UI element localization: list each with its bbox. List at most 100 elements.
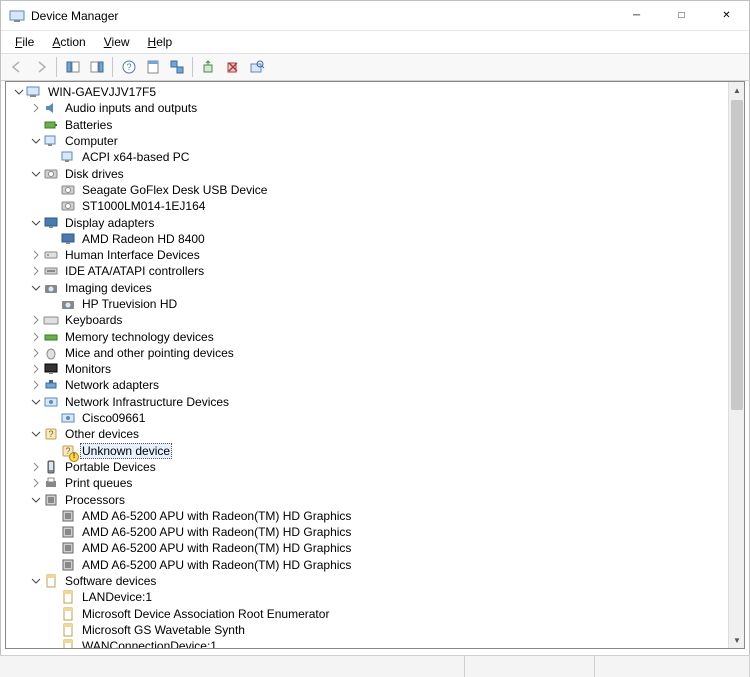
tree-item-label[interactable]: Audio inputs and outputs: [63, 100, 199, 116]
tree-row[interactable]: AMD A6-5200 APU with Radeon(TM) HD Graph…: [6, 540, 728, 556]
tree-row[interactable]: Display adapters: [6, 214, 728, 230]
tree-item-label[interactable]: Microsoft Device Association Root Enumer…: [80, 606, 331, 622]
tree-row[interactable]: Network Infrastructure Devices: [6, 394, 728, 410]
tree-row[interactable]: Network adapters: [6, 377, 728, 393]
tree-item-label[interactable]: Memory technology devices: [63, 329, 216, 345]
tree-item-label[interactable]: Computer: [63, 133, 120, 149]
toolbar-uninstall[interactable]: [221, 56, 244, 78]
chevron-down-icon[interactable]: [29, 167, 43, 181]
tree-row[interactable]: ACPI x64-based PC: [6, 149, 728, 165]
tree-row[interactable]: Audio inputs and outputs: [6, 100, 728, 116]
tree-row[interactable]: AMD A6-5200 APU with Radeon(TM) HD Graph…: [6, 524, 728, 540]
tree-row[interactable]: HP Truevision HD: [6, 296, 728, 312]
chevron-down-icon[interactable]: [12, 85, 26, 99]
toolbar-show-tree[interactable]: [61, 56, 84, 78]
toolbar-forward[interactable]: [29, 56, 52, 78]
tree-row[interactable]: Microsoft Device Association Root Enumer…: [6, 606, 728, 622]
tree-row[interactable]: Processors: [6, 491, 728, 507]
chevron-down-icon[interactable]: [29, 427, 43, 441]
chevron-right-icon[interactable]: [29, 330, 43, 344]
tree-item-label[interactable]: Network Infrastructure Devices: [63, 394, 231, 410]
tree-row[interactable]: Keyboards: [6, 312, 728, 328]
tree-item-label[interactable]: WANConnectionDevice:1: [80, 638, 219, 648]
tree-row[interactable]: Human Interface Devices: [6, 247, 728, 263]
toolbar-extra[interactable]: [165, 56, 188, 78]
tree-item-label[interactable]: AMD A6-5200 APU with Radeon(TM) HD Graph…: [80, 524, 353, 540]
tree-item-label[interactable]: IDE ATA/ATAPI controllers: [63, 263, 206, 279]
menu-action[interactable]: Action: [44, 33, 93, 51]
chevron-down-icon[interactable]: [29, 493, 43, 507]
tree-item-label[interactable]: WIN-GAEVJJV17F5: [46, 84, 158, 100]
tree-item-label[interactable]: Mice and other pointing devices: [63, 345, 236, 361]
chevron-right-icon[interactable]: [29, 264, 43, 278]
tree-item-label[interactable]: AMD Radeon HD 8400: [80, 231, 207, 247]
tree-row[interactable]: Microsoft GS Wavetable Synth: [6, 622, 728, 638]
chevron-right-icon[interactable]: [29, 362, 43, 376]
device-tree[interactable]: WIN-GAEVJJV17F5Audio inputs and outputsB…: [6, 82, 728, 648]
tree-row[interactable]: Cisco09661: [6, 410, 728, 426]
tree-item-label[interactable]: ST1000LM014-1EJ164: [80, 198, 207, 214]
toolbar-update-driver[interactable]: [197, 56, 220, 78]
chevron-down-icon[interactable]: [29, 216, 43, 230]
tree-item-label[interactable]: Human Interface Devices: [63, 247, 202, 263]
toolbar-help[interactable]: ?: [117, 56, 140, 78]
toolbar-scan[interactable]: [245, 56, 268, 78]
tree-item-label[interactable]: Batteries: [63, 117, 114, 133]
tree-row[interactable]: ?!Unknown device: [6, 443, 728, 459]
tree-row[interactable]: AMD A6-5200 APU with Radeon(TM) HD Graph…: [6, 508, 728, 524]
tree-item-label[interactable]: AMD A6-5200 APU with Radeon(TM) HD Graph…: [80, 540, 353, 556]
tree-row[interactable]: WIN-GAEVJJV17F5: [6, 84, 728, 100]
chevron-right-icon[interactable]: [29, 460, 43, 474]
tree-row[interactable]: Memory technology devices: [6, 328, 728, 344]
chevron-right-icon[interactable]: [29, 248, 43, 262]
toolbar-back[interactable]: [5, 56, 28, 78]
tree-item-label[interactable]: Network adapters: [63, 377, 161, 393]
tree-row[interactable]: Imaging devices: [6, 280, 728, 296]
minimize-button[interactable]: ─: [614, 1, 659, 31]
menu-help[interactable]: Help: [140, 33, 181, 51]
tree-item-label[interactable]: Imaging devices: [63, 280, 154, 296]
tree-row[interactable]: Portable Devices: [6, 459, 728, 475]
chevron-down-icon[interactable]: [29, 134, 43, 148]
tree-item-label[interactable]: Cisco09661: [80, 410, 147, 426]
tree-item-label[interactable]: Microsoft GS Wavetable Synth: [80, 622, 247, 638]
tree-item-label[interactable]: Unknown device: [80, 443, 172, 459]
chevron-down-icon[interactable]: [29, 281, 43, 295]
tree-item-label[interactable]: Software devices: [63, 573, 158, 589]
toolbar-show-action[interactable]: [85, 56, 108, 78]
tree-row[interactable]: AMD A6-5200 APU with Radeon(TM) HD Graph…: [6, 557, 728, 573]
tree-item-label[interactable]: Other devices: [63, 426, 141, 442]
toolbar-properties[interactable]: [141, 56, 164, 78]
tree-item-label[interactable]: Keyboards: [63, 312, 124, 328]
tree-item-label[interactable]: Seagate GoFlex Desk USB Device: [80, 182, 269, 198]
tree-item-label[interactable]: Disk drives: [63, 166, 126, 182]
menu-view[interactable]: View: [96, 33, 138, 51]
scrollbar-vertical[interactable]: ▲ ▼: [728, 82, 744, 648]
tree-row[interactable]: WANConnectionDevice:1: [6, 638, 728, 648]
tree-row[interactable]: Print queues: [6, 475, 728, 491]
maximize-button[interactable]: □: [659, 1, 704, 31]
chevron-right-icon[interactable]: [29, 313, 43, 327]
chevron-down-icon[interactable]: [29, 574, 43, 588]
tree-item-label[interactable]: Portable Devices: [63, 459, 158, 475]
tree-item-label[interactable]: HP Truevision HD: [80, 296, 179, 312]
tree-row[interactable]: LANDevice:1: [6, 589, 728, 605]
tree-item-label[interactable]: Processors: [63, 492, 127, 508]
close-button[interactable]: ✕: [704, 1, 749, 31]
tree-item-label[interactable]: Monitors: [63, 361, 113, 377]
tree-item-label[interactable]: LANDevice:1: [80, 589, 154, 605]
tree-row[interactable]: Mice and other pointing devices: [6, 345, 728, 361]
tree-item-label[interactable]: AMD A6-5200 APU with Radeon(TM) HD Graph…: [80, 557, 353, 573]
tree-row[interactable]: AMD Radeon HD 8400: [6, 231, 728, 247]
chevron-right-icon[interactable]: [29, 101, 43, 115]
tree-item-label[interactable]: ACPI x64-based PC: [80, 149, 191, 165]
scroll-up-icon[interactable]: ▲: [729, 82, 745, 98]
scroll-thumb[interactable]: [731, 100, 743, 410]
tree-item-label[interactable]: AMD A6-5200 APU with Radeon(TM) HD Graph…: [80, 508, 353, 524]
tree-row[interactable]: Computer: [6, 133, 728, 149]
chevron-right-icon[interactable]: [29, 476, 43, 490]
scroll-down-icon[interactable]: ▼: [729, 632, 745, 648]
chevron-right-icon[interactable]: [29, 378, 43, 392]
chevron-right-icon[interactable]: [29, 346, 43, 360]
tree-row[interactable]: Disk drives: [6, 165, 728, 181]
